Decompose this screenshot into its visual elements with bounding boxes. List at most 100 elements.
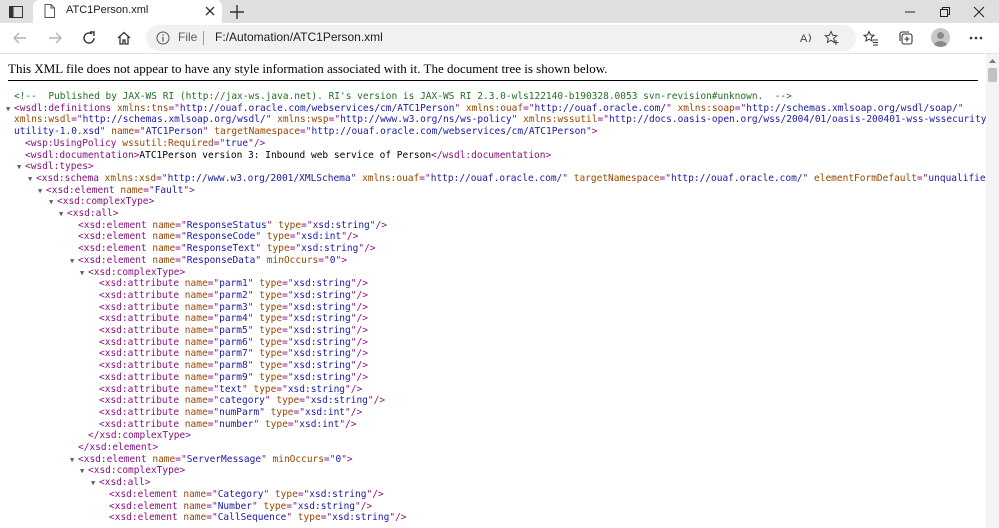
xml-token: <xsd:attribute [99, 313, 185, 325]
xml-token: true [225, 137, 249, 149]
xml-token: xsd:string [293, 371, 351, 383]
profile-icon [933, 32, 948, 47]
tab-actions-button[interactable] [6, 3, 26, 20]
home-icon [117, 31, 131, 45]
info-icon[interactable] [156, 31, 170, 45]
xml-token: <xsd:attribute [99, 325, 185, 336]
xml-token: "/> [248, 137, 266, 149]
xml-token: <wsdl:documentation> [25, 149, 140, 161]
new-tab-icon[interactable] [228, 3, 246, 21]
back-button[interactable] [10, 28, 30, 48]
xml-token: elementFormDefault [814, 172, 917, 184]
xml-token: " [265, 114, 278, 126]
xml-token: name [184, 289, 208, 301]
vertical-scrollbar[interactable] [986, 54, 999, 528]
xml-token: type [259, 360, 283, 372]
xml-line: <xsd:attribute name="parm7" type="xsd:st… [0, 348, 368, 360]
xml-token: =" [597, 114, 609, 126]
xml-token: parm4 [219, 313, 248, 325]
collections-button[interactable] [896, 28, 916, 48]
favorites-button[interactable] [861, 28, 881, 48]
xml-token: type [259, 325, 283, 336]
document-icon [44, 4, 55, 18]
address-url[interactable]: F:/Automation/ATC1Person.xml [215, 30, 383, 44]
xml-token: parm9 [219, 371, 248, 383]
xml-token: <xsd:all> [99, 477, 151, 489]
xml-token: <xsd:element [78, 219, 153, 231]
home-button[interactable] [114, 28, 134, 48]
xml-token: "/> [350, 371, 368, 383]
xml-token: <xsd:element [109, 488, 184, 500]
xml-token: type [270, 406, 294, 418]
xml-token: ResponseStatus [186, 219, 267, 231]
xml-token: name [184, 371, 208, 383]
xml-token: http://schemas.xmlsoap.org/wsdl/ [82, 114, 266, 126]
xml-token: =" [282, 301, 294, 313]
read-aloud-icon[interactable]: A [799, 30, 815, 46]
xml-token: =" [276, 383, 288, 395]
xml-token: </xsd:complexType> [88, 430, 191, 442]
xml-token: Category [217, 488, 264, 500]
notice-divider [8, 80, 978, 81]
minimize-button[interactable] [895, 2, 925, 21]
xml-token: name [120, 184, 144, 196]
xml-line: <xsd:element name="ResponseText" type="x… [0, 243, 376, 255]
xml-line: <xsd:element name="Number" type="xsd:str… [0, 501, 372, 513]
xml-token: =" [207, 418, 220, 430]
scrollbar-thumb[interactable] [988, 68, 997, 82]
refresh-icon [83, 31, 95, 44]
xml-token: xmlns:ouaf [465, 102, 524, 114]
scroll-up-arrow-icon[interactable] [986, 56, 999, 66]
xml-token: " [247, 325, 260, 336]
window-close-button[interactable] [964, 2, 994, 21]
xml-token: "/> [350, 301, 368, 313]
xml-token: name [184, 395, 208, 407]
xml-token: "/> [366, 488, 384, 500]
xml-line: ▼ <wsdl:types> [0, 161, 94, 173]
xml-token: name [184, 348, 208, 360]
xml-line: <xsd:element name="ResponseCode" type="x… [0, 231, 358, 243]
xml-token: "> [341, 453, 353, 465]
xml-token: =" [320, 512, 333, 524]
xml-token: <xsd:attribute [99, 289, 185, 301]
restore-button[interactable] [930, 2, 960, 21]
xml-token: =" [286, 500, 298, 512]
xml-token: <xsd:schema [36, 172, 105, 184]
forward-button[interactable] [45, 28, 65, 48]
close-icon[interactable] [203, 4, 217, 18]
xml-token: ResponseText [186, 243, 256, 255]
xml-token: http://ouaf.oracle.com/webservices/cm/AT… [311, 126, 587, 138]
xml-token: xsd:int [304, 406, 346, 418]
xml-token: http://ouaf.oracle.com/ [670, 172, 803, 184]
xml-token: xmlns:ouaf [362, 172, 420, 184]
xml-token: http://www.w3.org/2001/XMLSchema [167, 172, 351, 184]
xml-token: " [802, 172, 814, 184]
xml-token: http://docs.oasis-open.org/wss/2004/01/o… [608, 114, 993, 126]
settings-more-button[interactable] [966, 28, 986, 48]
xml-token: =" [175, 219, 187, 231]
profile-avatar[interactable] [931, 28, 950, 47]
xml-token: </wsdl:documentation> [431, 149, 552, 161]
add-favorite-icon[interactable] [824, 30, 840, 46]
xml-token: " [264, 395, 277, 407]
xml-token: =" [207, 313, 220, 325]
address-bar[interactable]: File F:/Automation/ATC1Person.xml A [146, 25, 856, 51]
refresh-button[interactable] [79, 28, 99, 48]
xml-line: <wsdl:documentation>ATC1Person version 3… [0, 150, 551, 162]
xml-token: xsd:string [301, 243, 359, 255]
xml-token: <xsd:element [78, 243, 153, 255]
xml-token: " [247, 313, 260, 325]
xml-token: xsd:string [293, 301, 351, 313]
xml-token: "/> [341, 231, 359, 243]
xml-token: targetNamespace [214, 126, 301, 138]
xml-token: <xsd:attribute [99, 418, 185, 430]
tab-active[interactable]: ATC1Person.xml [33, 0, 222, 23]
xml-token: type [266, 231, 290, 243]
xml-token: parm2 [219, 289, 248, 301]
xml-token: <xsd:element [46, 184, 121, 196]
xml-token: parm5 [219, 325, 248, 336]
xml-token: type [266, 243, 290, 255]
xml-token: xsd:string [293, 336, 351, 348]
xml-token: " [255, 254, 267, 266]
xml-token: <xsd:element [78, 453, 153, 465]
